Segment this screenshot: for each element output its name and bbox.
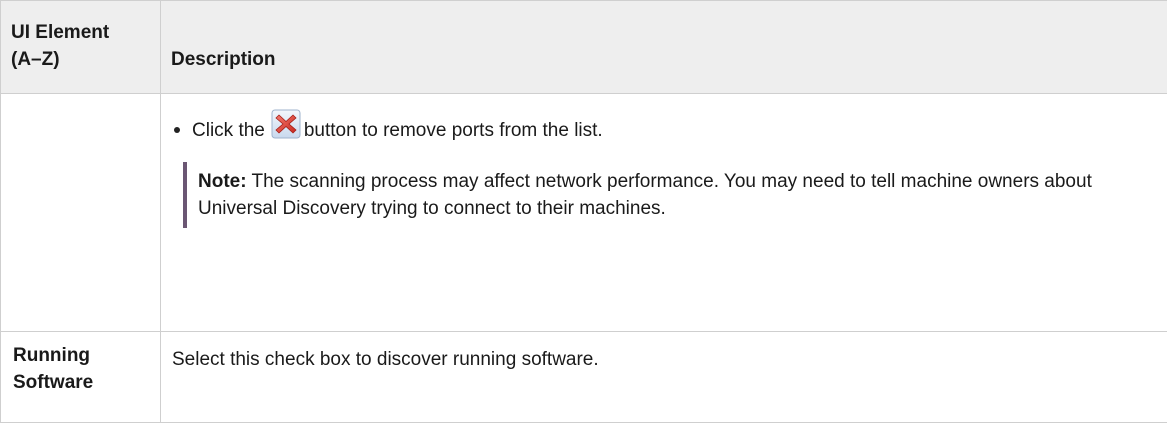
row-description-cell: Click the	[161, 94, 1167, 332]
header-ui-element-line1: UI Element	[11, 22, 109, 43]
table-row: Running Software Select this check box t…	[1, 332, 1167, 423]
table-row: Click the	[1, 94, 1167, 332]
bullet-list: Click the	[172, 110, 1157, 150]
header-ui-element: UI Element (A–Z)	[1, 1, 161, 94]
bullet-suffix-text: button to remove ports from the list.	[304, 117, 603, 144]
row-element-cell: Running Software	[1, 332, 161, 423]
note-text: The scanning process may affect network …	[198, 171, 1092, 219]
list-item: Click the	[172, 110, 1157, 150]
running-software-label-line1: Running	[13, 345, 90, 366]
header-description: Description	[161, 1, 1167, 94]
note-callout: Note: The scanning process may affect ne…	[183, 162, 1138, 228]
remove-x-icon	[271, 109, 301, 139]
note-label: Note:	[198, 171, 247, 192]
header-ui-element-line2: (A–Z)	[11, 49, 60, 70]
bullet-dot	[174, 127, 180, 133]
row-element-cell	[1, 94, 161, 332]
row-description-cell: Select this check box to discover runnin…	[161, 332, 1167, 423]
ui-element-table: UI Element (A–Z) Description Click the	[0, 0, 1167, 423]
running-software-label-line2: Software	[13, 372, 93, 393]
table-header-row: UI Element (A–Z) Description	[1, 1, 1167, 94]
bullet-prefix-text: Click the	[192, 117, 265, 144]
